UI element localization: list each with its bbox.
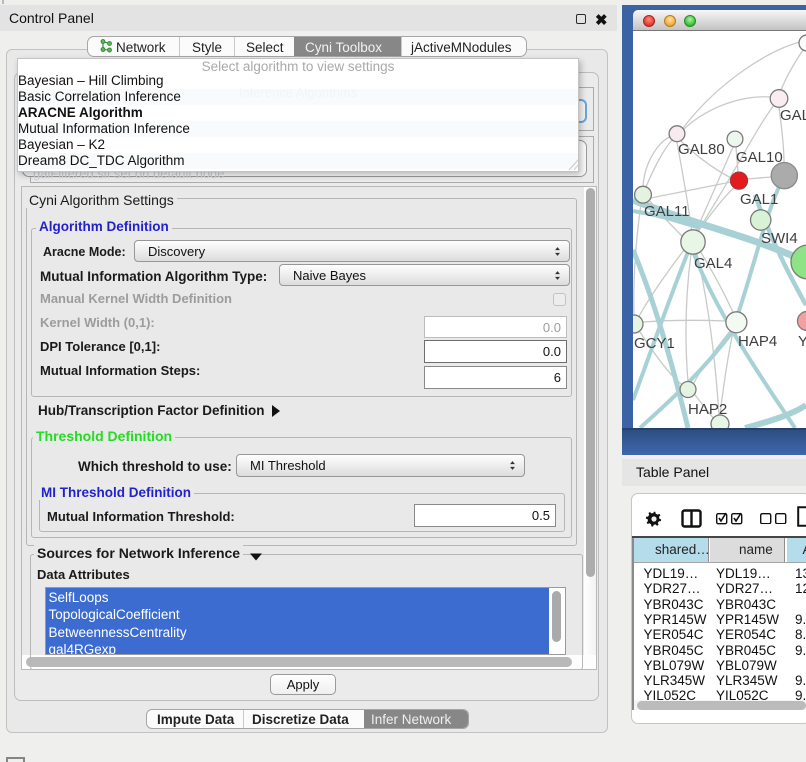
svg-text:Y: Y bbox=[798, 333, 806, 350]
svg-text:GAL1: GAL1 bbox=[740, 191, 778, 208]
svg-text:SWI4: SWI4 bbox=[761, 230, 798, 247]
svg-text:GAL11: GAL11 bbox=[644, 203, 690, 220]
svg-text:GAL7: GAL7 bbox=[780, 107, 806, 124]
svg-text:GCY1: GCY1 bbox=[634, 335, 675, 352]
svg-text:HAP2: HAP2 bbox=[688, 401, 727, 418]
svg-text:GAL10: GAL10 bbox=[736, 149, 783, 166]
svg-text:GAL4: GAL4 bbox=[694, 255, 732, 272]
svg-text:GAL80: GAL80 bbox=[678, 141, 725, 158]
svg-text:HAP4: HAP4 bbox=[738, 333, 777, 350]
